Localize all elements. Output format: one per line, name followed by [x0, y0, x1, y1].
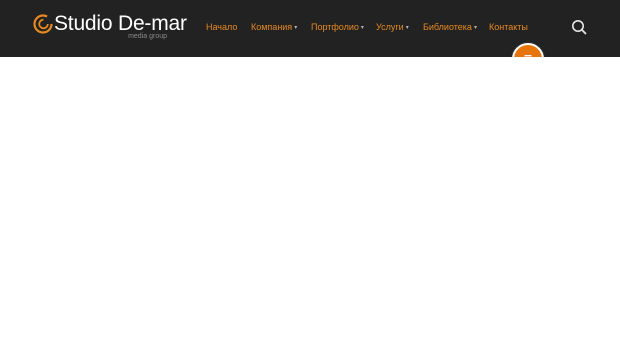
nav-item-label: Библиотека — [423, 22, 472, 32]
nav-item-contacts[interactable]: Контакты — [489, 21, 528, 33]
nav-item-label: Начало — [206, 22, 238, 32]
nav-item-label: Услуги — [376, 22, 404, 32]
nav-item-services[interactable]: Услуги ▾ — [376, 21, 409, 34]
chevron-down-icon: ▾ — [294, 25, 298, 31]
nav-item-label: Портфолио — [311, 22, 359, 32]
nav-item-label: Компания — [251, 22, 293, 32]
chevron-down-icon: ▾ — [473, 25, 477, 31]
chevron-down-icon: ▾ — [405, 25, 409, 31]
search-icon[interactable] — [571, 19, 587, 35]
nav-item-company[interactable]: Компания ▾ — [251, 21, 297, 34]
nav-item-library[interactable]: Библиотека ▾ — [423, 21, 477, 34]
chevron-down-icon: ▾ — [360, 25, 364, 31]
nav-item-portfolio[interactable]: Портфолио ▾ — [311, 21, 364, 34]
main-nav: Начало Компания ▾ Портфолио ▾ Услуги ▾ Библ… — [0, 21, 620, 35]
nav-item-label: Контакты — [489, 22, 528, 32]
nav-item-home[interactable]: Начало — [206, 21, 237, 33]
page-content — [0, 57, 620, 343]
